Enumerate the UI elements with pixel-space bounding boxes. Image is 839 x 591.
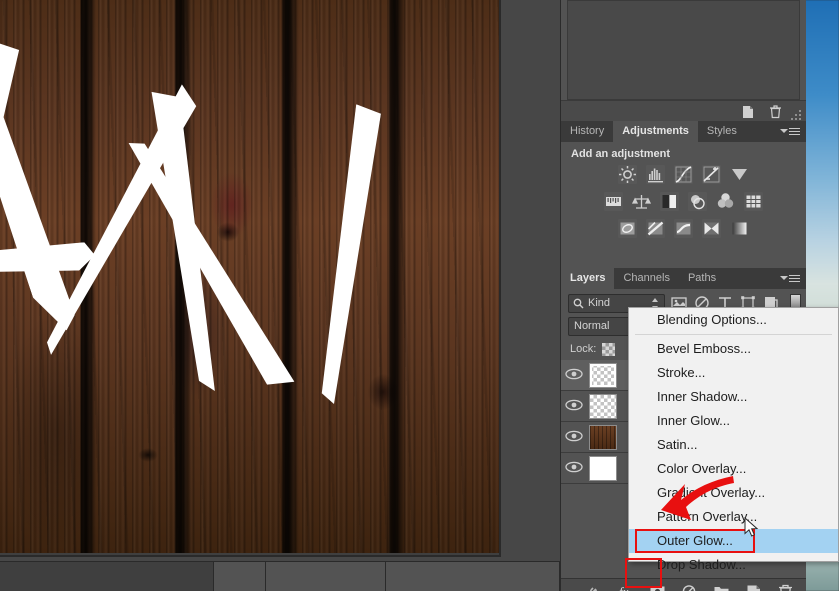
tab-paths[interactable]: Paths	[679, 268, 725, 289]
adjustments-panel-tabs: History Adjustments Styles	[561, 121, 806, 142]
dock-cell	[0, 562, 214, 591]
adjustment-row-1	[561, 165, 806, 184]
panel-menu-icon[interactable]	[784, 273, 800, 285]
layers-footer-toolbar: fx	[561, 578, 806, 591]
new-layer-icon[interactable]	[745, 583, 762, 591]
layer-visibility-icon[interactable]	[565, 399, 585, 413]
curves-icon[interactable]	[674, 165, 693, 184]
black-white-icon[interactable]	[660, 192, 679, 211]
history-list[interactable]	[567, 0, 800, 100]
gradient-map-icon[interactable]	[730, 219, 749, 238]
posterize-icon[interactable]	[646, 219, 665, 238]
adjustments-panel: Add an adjustment	[561, 142, 806, 268]
bottom-dock-strip	[0, 561, 560, 591]
layer-visibility-icon[interactable]	[565, 461, 585, 475]
add-layer-mask-icon[interactable]	[649, 583, 666, 591]
history-footer	[561, 100, 806, 121]
menu-item-stroke[interactable]: Stroke...	[629, 361, 838, 385]
lock-transparent-pixels-icon[interactable]	[602, 343, 615, 356]
brightness-contrast-icon[interactable]	[618, 165, 637, 184]
threshold-icon[interactable]	[674, 219, 693, 238]
new-document-icon[interactable]	[741, 105, 755, 119]
adjustment-row-3	[561, 219, 806, 238]
search-icon	[573, 298, 584, 309]
channel-mixer-icon[interactable]	[716, 192, 735, 211]
menu-item-inner-shadow[interactable]: Inner Shadow...	[629, 385, 838, 409]
layer-thumbnail[interactable]	[589, 394, 617, 419]
lock-label: Lock:	[570, 343, 596, 355]
invert-icon[interactable]	[618, 219, 637, 238]
levels-icon[interactable]	[646, 165, 665, 184]
tab-styles[interactable]: Styles	[698, 121, 746, 142]
tab-history[interactable]: History	[561, 121, 613, 142]
document-area[interactable]	[0, 0, 560, 561]
blend-mode-value: Normal	[574, 320, 609, 332]
layer-visibility-icon[interactable]	[565, 430, 585, 444]
dock-cell	[386, 562, 560, 591]
menu-item-drop-shadow[interactable]: Drop Shadow...	[629, 553, 838, 577]
link-layers-icon[interactable]	[585, 583, 602, 591]
adjustment-row-2	[561, 192, 806, 211]
menu-item-bevel-emboss[interactable]: Bevel Emboss...	[629, 337, 838, 361]
menu-item-inner-glow[interactable]: Inner Glow...	[629, 409, 838, 433]
canvas[interactable]	[0, 0, 501, 557]
resize-grip-icon[interactable]	[791, 110, 802, 121]
menu-item-outer-glow[interactable]: Outer Glow...	[629, 529, 838, 553]
vibrance-icon[interactable]	[730, 165, 749, 184]
menu-item-blending-options[interactable]: Blending Options...	[629, 308, 838, 332]
tab-layers[interactable]: Layers	[561, 268, 614, 289]
adjustments-title: Add an adjustment	[561, 142, 806, 165]
layers-panel-tabs: Layers Channels Paths	[561, 268, 806, 289]
exposure-icon[interactable]	[702, 165, 721, 184]
tab-channels[interactable]: Channels	[614, 268, 678, 289]
color-lookup-icon[interactable]	[744, 192, 763, 211]
add-layer-style-fx-icon[interactable]: fx	[617, 583, 634, 591]
menu-separator	[635, 334, 832, 335]
svg-text:fx: fx	[619, 584, 629, 591]
layer-thumbnail[interactable]	[589, 456, 617, 481]
layer-thumbnail[interactable]	[589, 363, 617, 388]
selective-color-icon[interactable]	[702, 219, 721, 238]
delete-icon[interactable]	[769, 105, 782, 119]
tab-adjustments[interactable]: Adjustments	[613, 121, 698, 142]
color-balance-icon[interactable]	[632, 192, 651, 211]
history-panel-group	[561, 0, 806, 121]
layer-thumbnail[interactable]	[589, 425, 617, 450]
kind-filter-label: Kind	[588, 297, 610, 309]
panel-menu-icon[interactable]	[784, 126, 800, 138]
delete-layer-icon[interactable]	[777, 583, 794, 591]
dock-cell	[214, 562, 266, 591]
wood-plank-background	[0, 0, 501, 553]
hue-saturation-icon[interactable]	[604, 192, 623, 211]
new-adjustment-layer-icon[interactable]	[681, 583, 698, 591]
mouse-cursor-icon	[744, 517, 760, 539]
menu-item-satin[interactable]: Satin...	[629, 433, 838, 457]
annotation-arrow-icon	[655, 470, 735, 528]
layer-visibility-icon[interactable]	[565, 368, 585, 382]
new-group-icon[interactable]	[713, 583, 730, 591]
photo-filter-icon[interactable]	[688, 192, 707, 211]
dock-cell	[266, 562, 386, 591]
